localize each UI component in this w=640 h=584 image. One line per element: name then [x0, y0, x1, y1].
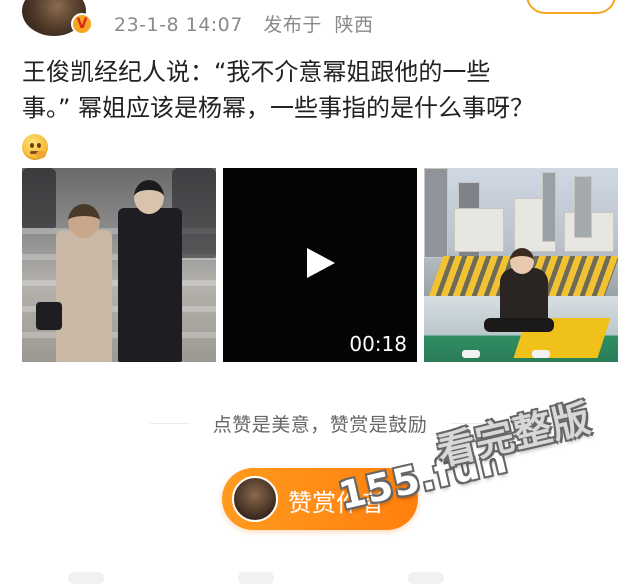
play-icon[interactable]: [303, 246, 337, 280]
reward-button-label: 赞赏作者: [288, 489, 384, 517]
post-date: 23-1-8 14:07: [114, 14, 243, 36]
action-bar-fragment: [408, 572, 444, 584]
video-duration: 00:18: [349, 332, 407, 356]
action-bar-fragment: [68, 572, 104, 584]
post-location-prefix: 发布于: [263, 14, 322, 36]
reward-divider-text: 点赞是美意，赞赏是鼓励: [212, 414, 428, 436]
verified-badge-icon: V: [71, 13, 93, 35]
post-location: 陕西: [334, 14, 374, 36]
post-text: 王俊凯经纪人说：“我不介意幂姐跟他的一些 事。” 幂姐应该是杨幂，一些事指的是什…: [22, 54, 622, 126]
media-video[interactable]: 00:18: [223, 168, 417, 362]
follow-button[interactable]: [526, 0, 616, 14]
media-image-1[interactable]: [22, 168, 216, 362]
post-meta: 23-1-8 14:07 发布于 陕西: [114, 10, 374, 37]
author-avatar-small: [232, 476, 278, 522]
thinking-emoji-icon: [22, 134, 48, 160]
media-image-3[interactable]: [424, 168, 618, 362]
action-bar-fragment: [238, 572, 274, 584]
post-text-line-2: 事。” 幂姐应该是杨幂，一些事指的是什么事呀？: [22, 94, 535, 122]
reward-author-button[interactable]: 赞赏作者: [222, 468, 418, 530]
post-text-line-1: 王俊凯经纪人说：“我不介意幂姐跟他的一些: [22, 58, 491, 86]
